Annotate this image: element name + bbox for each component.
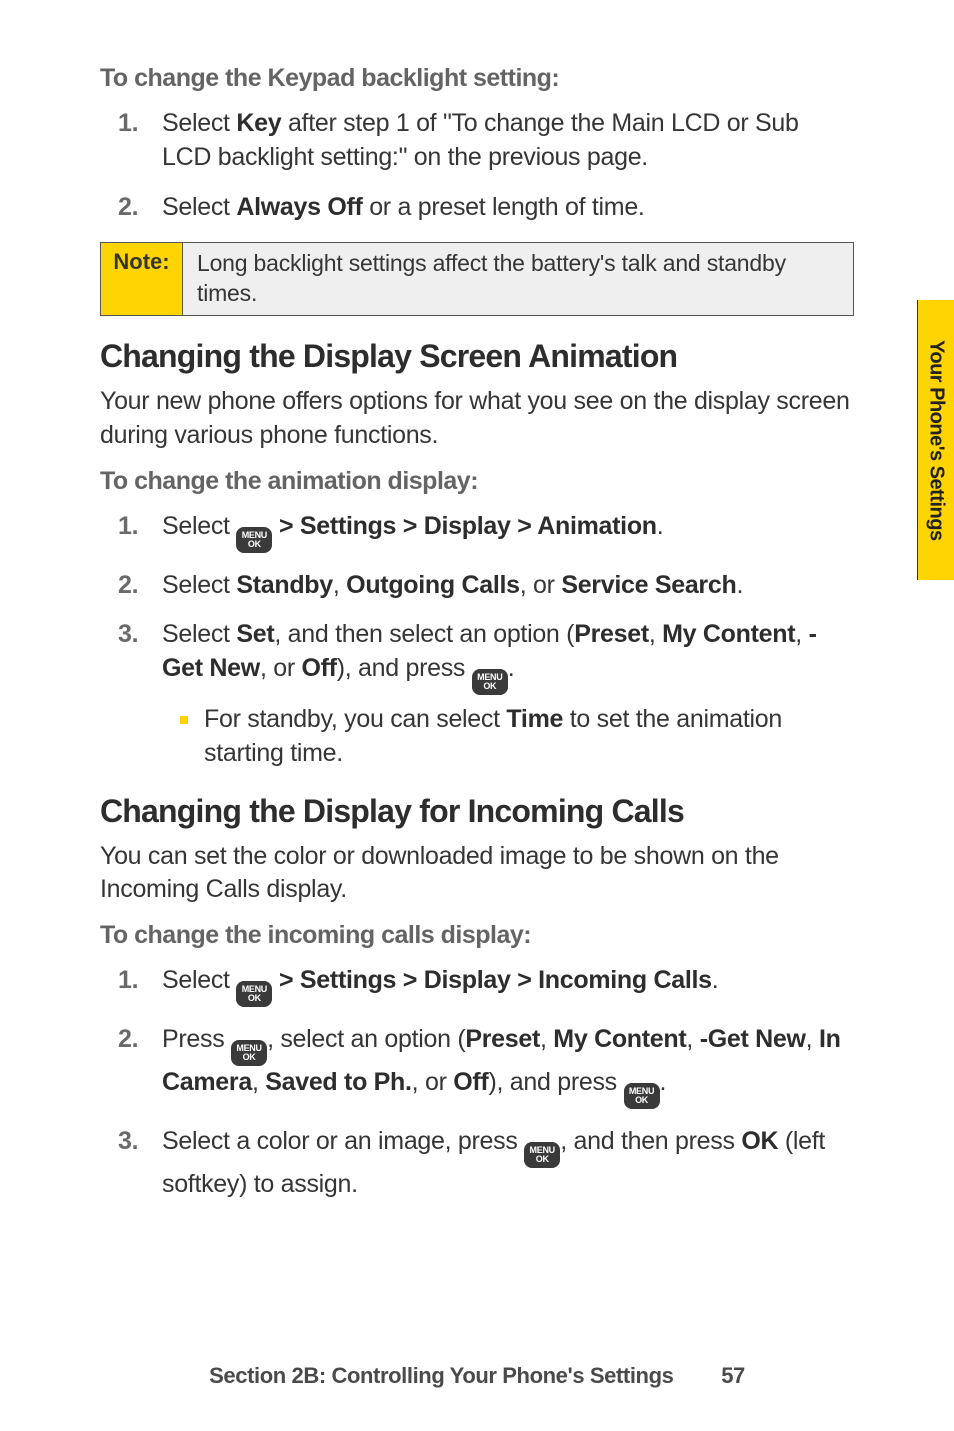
bold: Preset [465,1025,540,1053]
text: or a preset length of time. [363,193,645,221]
bold: Service Search [561,571,736,599]
sec1-steps: Select Key after step 1 of "To change th… [100,107,854,224]
sec3-step-3: Select a color or an image, press MENUOK… [100,1125,854,1202]
bold: OK [741,1127,778,1155]
menu-ok-icon: MENUOK [236,981,272,1007]
bold: My Content [553,1025,686,1053]
text: , or [260,654,302,682]
sec3-steps: Select MENUOK > Settings > Display > Inc… [100,964,854,1202]
side-tab-label: Your Phone's Settings [925,340,948,541]
page-number: 57 [721,1363,745,1389]
text: , [686,1025,699,1053]
text: . [660,1068,667,1096]
sec2-steps: Select MENUOK > Settings > Display > Ani… [100,510,854,771]
sec2-step3-sublist: For standby, you can select Time to set … [162,703,854,771]
sec3-heading: Changing the Display for Incoming Calls [100,793,854,830]
bold: Always Off [236,193,362,221]
menu-ok-icon: MENUOK [472,669,508,695]
bold: Preset [574,620,649,648]
text: Press [162,1025,231,1053]
note-box: Note: Long backlight settings affect the… [100,242,854,316]
bold: Outgoing Calls [346,571,520,599]
page-footer: Section 2B: Controlling Your Phone's Set… [0,1363,954,1389]
bold: Off [453,1068,488,1096]
text: , [252,1068,265,1096]
text: Select [162,109,236,137]
text: , or [412,1068,454,1096]
note-label: Note: [101,243,183,315]
menu-ok-icon: MENUOK [231,1040,267,1066]
sec1-lead: To change the Keypad backlight setting: [100,64,854,93]
sec2-lead: To change the animation display: [100,467,854,496]
bold: > Settings > Display > Animation [272,512,656,540]
text: For standby, you can select [204,705,506,733]
text: Select a color or an image, press [162,1127,524,1155]
text: Select [162,571,236,599]
sec3-step-1: Select MENUOK > Settings > Display > Inc… [100,964,854,1007]
text: , [333,571,346,599]
sec3-lead: To change the incoming calls display: [100,921,854,950]
menu-ok-icon: MENUOK [236,527,272,553]
text: , [795,620,808,648]
text: . [508,654,515,682]
bold: Key [236,109,281,137]
text: , [540,1025,553,1053]
sec2-step-1: Select MENUOK > Settings > Display > Ani… [100,510,854,553]
text: ), and press [488,1068,623,1096]
sec1-step-1: Select Key after step 1 of "To change th… [100,107,854,175]
text: , [806,1025,819,1053]
bold: Set [236,620,274,648]
note-text: Long backlight settings affect the batte… [183,243,853,315]
text: , and then press [560,1127,741,1155]
text: , or [520,571,562,599]
menu-ok-icon: MENUOK [624,1083,660,1109]
menu-ok-icon: MENUOK [524,1142,560,1168]
sec2-step3-bullet: For standby, you can select Time to set … [162,703,854,771]
text: . [657,512,664,540]
bold: > Settings > Display > Incoming Calls [272,966,711,994]
text: , and then select an option ( [274,620,574,648]
sec2-step-3: Select Set, and then select an option (P… [100,618,854,770]
text: ), and press [337,654,472,682]
text: , [649,620,662,648]
text: Select [162,512,236,540]
sec3-intro: You can set the color or downloaded imag… [100,840,854,908]
text: Select [162,966,236,994]
footer-text: Section 2B: Controlling Your Phone's Set… [209,1363,673,1388]
text: Select [162,193,236,221]
sec1-step-2: Select Always Off or a preset length of … [100,191,854,225]
bold: My Content [662,620,795,648]
side-tab: Your Phone's Settings [918,300,954,580]
text: . [736,571,743,599]
bold: Time [506,705,563,733]
sec2-intro: Your new phone offers options for what y… [100,385,854,453]
text: . [712,966,719,994]
bold: Standby [236,571,333,599]
text: Select [162,620,236,648]
text: , select an option ( [267,1025,465,1053]
bold: Saved to Ph. [265,1068,411,1096]
sec2-step-2: Select Standby, Outgoing Calls, or Servi… [100,569,854,603]
sec3-step-2: Press MENUOK, select an option (Preset, … [100,1023,854,1109]
bold: Off [302,654,337,682]
bold: -Get New [700,1025,806,1053]
page: Your Phone's Settings To change the Keyp… [0,0,954,1431]
sec2-heading: Changing the Display Screen Animation [100,338,854,375]
